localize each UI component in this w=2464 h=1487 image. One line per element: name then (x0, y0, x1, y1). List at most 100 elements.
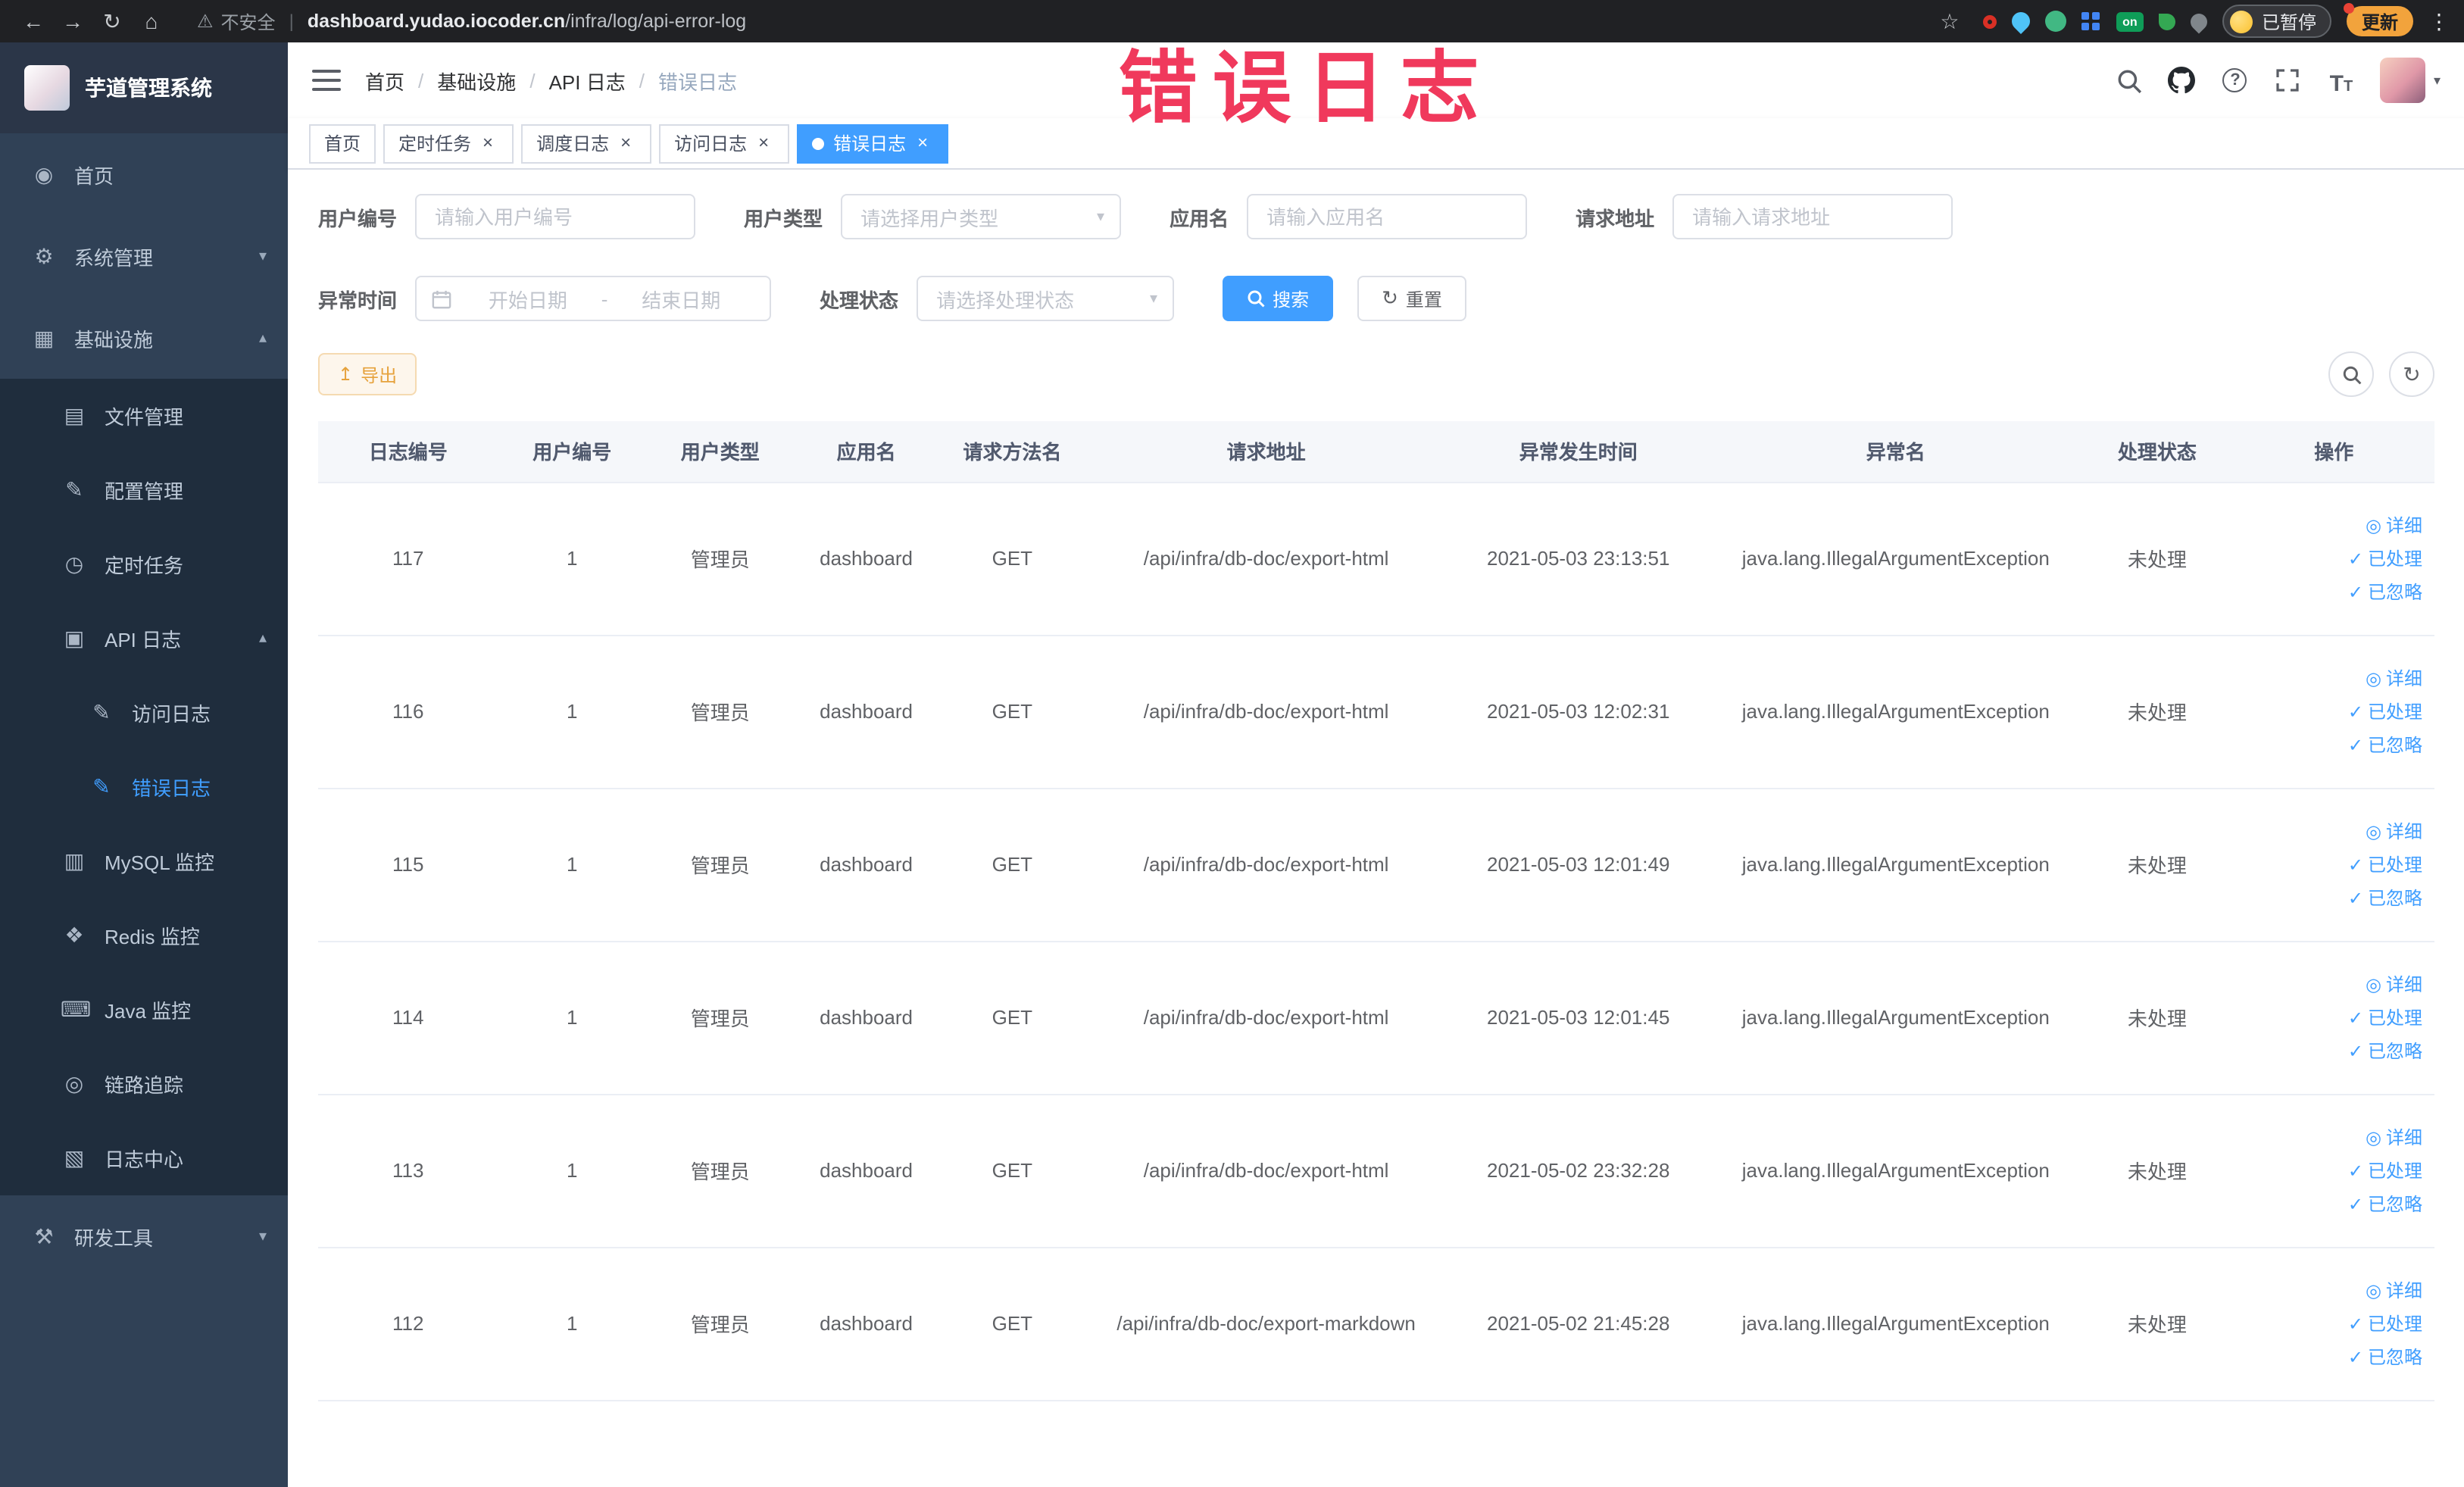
update-button[interactable]: 更新 (2343, 3, 2413, 36)
cell-url: /api/infra/db-doc/export-html (1086, 482, 1447, 636)
processed-link[interactable]: ✓ 已处理 (2242, 1154, 2422, 1187)
chevron-up-icon: ▴ (258, 330, 267, 346)
sidebar-item-infrastructure[interactable]: ▦ 基础设施 ▴ (0, 297, 288, 379)
kebab-menu-icon[interactable]: ⋮ (2428, 8, 2450, 34)
ignored-link[interactable]: ✓ 已忽略 (2242, 1187, 2422, 1220)
processed-link[interactable]: ✓ 已处理 (2242, 542, 2422, 575)
detail-link[interactable]: ◎ 详细 (2242, 1120, 2422, 1154)
cell-status: 未处理 (2081, 482, 2234, 636)
detail-link[interactable]: ◎ 详细 (2242, 967, 2422, 1001)
filter-process-status: 处理状态 请选择处理状态 ▾ (820, 276, 1175, 321)
user-menu[interactable]: ▾ (2380, 58, 2441, 103)
close-icon[interactable]: × (912, 132, 933, 154)
tab-access-log[interactable]: 访问日志 × (659, 123, 790, 163)
check-icon: ✓ (2347, 1346, 2363, 1367)
tab-scheduled-tasks[interactable]: 定时任务 × (383, 123, 514, 163)
forward-icon[interactable]: → (55, 3, 91, 39)
breadcrumb-item-infrastructure[interactable]: 基础设施 (437, 66, 516, 95)
ignored-link[interactable]: ✓ 已忽略 (2242, 1340, 2422, 1373)
toggle-search-button[interactable] (2328, 351, 2374, 397)
close-icon[interactable]: × (615, 132, 636, 154)
sidebar-item-mysql-monitor[interactable]: ▥ MySQL 监控 (0, 824, 288, 898)
address-bar[interactable]: ⚠ 不安全 | dashboard.yudao.iocoder.cn/infra… (197, 8, 746, 34)
bookmark-star-icon[interactable]: ☆ (1932, 3, 1968, 39)
processed-link[interactable]: ✓ 已处理 (2242, 1307, 2422, 1340)
processed-link[interactable]: ✓ 已处理 (2242, 695, 2422, 728)
ignored-link[interactable]: ✓ 已忽略 (2242, 881, 2422, 914)
sidebar-item-home[interactable]: ◉ 首页 (0, 133, 288, 215)
sidebar-item-file-management[interactable]: ▤ 文件管理 (0, 379, 288, 453)
processed-link[interactable]: ✓ 已处理 (2242, 848, 2422, 881)
help-icon[interactable]: ? (2222, 65, 2249, 95)
cell-exception: java.lang.IllegalArgumentException (1710, 482, 2081, 636)
breadcrumb: 首页 / 基础设施 / API 日志 / 错误日志 (365, 66, 737, 95)
sidebar-item-log-center[interactable]: ▧ 日志中心 (0, 1121, 288, 1195)
github-icon[interactable] (2168, 65, 2196, 95)
check-icon: ✓ (2347, 734, 2363, 755)
close-icon[interactable]: × (477, 132, 498, 154)
hamburger-icon[interactable] (312, 70, 341, 91)
search-button[interactable]: 搜索 (1223, 276, 1334, 321)
eye-icon: ◎ (2366, 1126, 2381, 1148)
column-header: 异常发生时间 (1446, 421, 1711, 483)
search-icon[interactable] (2116, 65, 2143, 95)
profile-chip[interactable]: 已暂停 (2222, 5, 2331, 38)
extension-icon[interactable]: on (2116, 11, 2144, 31)
sidebar-item-access-log[interactable]: ✎ 访问日志 (0, 676, 288, 750)
reset-button[interactable]: ↻ 重置 (1357, 276, 1466, 321)
breadcrumb-item-home[interactable]: 首页 (365, 66, 404, 95)
refresh-button[interactable]: ↻ (2389, 351, 2434, 397)
close-icon[interactable]: × (753, 132, 774, 154)
security-label: 不安全 (220, 11, 276, 33)
cell-status: 未处理 (2081, 635, 2234, 789)
sidebar-item-redis-monitor[interactable]: ❖ Redis 监控 (0, 898, 288, 973)
process-status-select[interactable]: 请选择处理状态 ▾ (917, 276, 1175, 321)
extension-icon[interactable] (2044, 11, 2066, 32)
tab-home[interactable]: 首页 (309, 123, 376, 163)
cell-method: GET (938, 1247, 1087, 1401)
fullscreen-icon[interactable] (2275, 65, 2302, 95)
sidebar-item-config-management[interactable]: ✎ 配置管理 (0, 453, 288, 527)
sidebar-item-system-management[interactable]: ⚙ 系统管理 ▾ (0, 215, 288, 297)
user-type-select[interactable]: 请选择用户类型 ▾ (841, 194, 1122, 239)
app-logo[interactable]: 芋道管理系统 (0, 42, 288, 133)
sidebar-item-scheduled-tasks[interactable]: ◷ 定时任务 (0, 527, 288, 601)
request-url-input[interactable] (1672, 194, 1953, 239)
exception-time-range[interactable]: 开始日期 - 结束日期 (415, 276, 772, 321)
table-row: 112 1 管理员 dashboard GET /api/infra/db-do… (318, 1247, 2434, 1401)
detail-link[interactable]: ◎ 详细 (2242, 814, 2422, 848)
user-id-input[interactable] (415, 194, 696, 239)
tab-error-log[interactable]: 错误日志 × (797, 123, 949, 163)
active-dot-icon (812, 137, 825, 149)
cell-method: GET (938, 941, 1087, 1095)
extension-icon[interactable] (2081, 12, 2089, 20)
ignored-link[interactable]: ✓ 已忽略 (2242, 575, 2422, 608)
extension-icon[interactable] (2007, 8, 2034, 34)
back-icon[interactable]: ← (15, 3, 52, 39)
extension-icon[interactable] (2158, 13, 2175, 30)
export-button[interactable]: ↥ 导出 (318, 353, 417, 395)
sidebar-item-api-log[interactable]: ▣ API 日志 ▴ (0, 601, 288, 676)
check-icon: ✓ (2347, 701, 2363, 722)
sidebar-item-label: 日志中心 (105, 1148, 184, 1171)
reload-icon[interactable]: ↻ (94, 3, 130, 39)
app-name-input[interactable] (1247, 194, 1528, 239)
security-chip[interactable]: ⚠ 不安全 (197, 8, 276, 34)
sidebar-item-error-log[interactable]: ✎ 错误日志 (0, 750, 288, 824)
ignored-link[interactable]: ✓ 已忽略 (2242, 728, 2422, 761)
extension-icon[interactable] (1982, 14, 1997, 28)
font-size-icon[interactable]: TT (2328, 65, 2355, 95)
extension-icon[interactable] (2187, 9, 2211, 33)
detail-link[interactable]: ◎ 详细 (2242, 508, 2422, 542)
ignored-link[interactable]: ✓ 已忽略 (2242, 1034, 2422, 1067)
home-icon[interactable]: ⌂ (133, 3, 170, 39)
detail-link[interactable]: ◎ 详细 (2242, 661, 2422, 695)
sidebar-item-dev-tools[interactable]: ⚒ 研发工具 ▾ (0, 1195, 288, 1277)
detail-link[interactable]: ◎ 详细 (2242, 1273, 2422, 1307)
processed-link[interactable]: ✓ 已处理 (2242, 1001, 2422, 1034)
sidebar-item-java-monitor[interactable]: ⌨ Java 监控 (0, 973, 288, 1047)
sidebar-item-label: 链路追踪 (105, 1074, 184, 1097)
breadcrumb-item-api-log[interactable]: API 日志 (549, 66, 626, 95)
sidebar-item-trace[interactable]: ◎ 链路追踪 (0, 1047, 288, 1121)
tab-schedule-log[interactable]: 调度日志 × (521, 123, 652, 163)
